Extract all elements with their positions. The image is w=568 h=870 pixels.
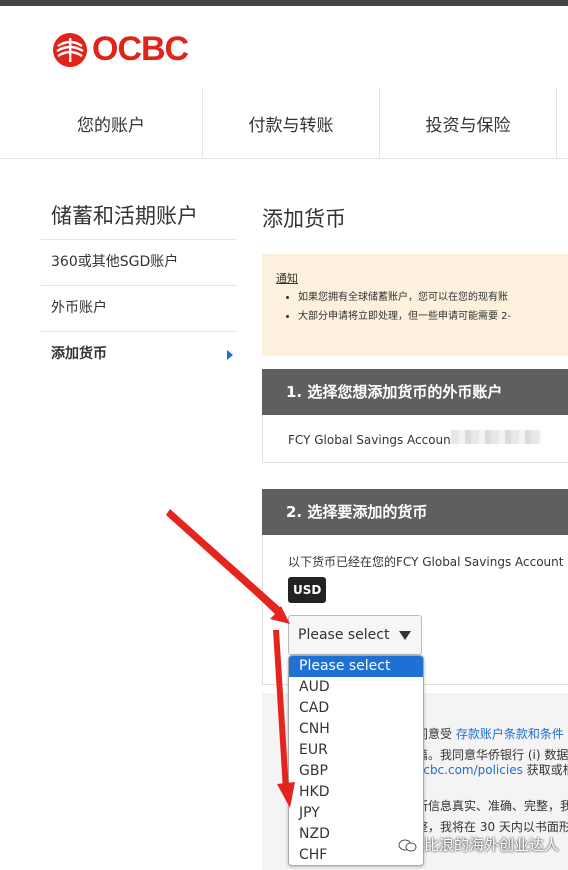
notice-list: 如果您拥有全球储蓄账户，您可以在您的现有账 大部分申请将立即处理，但一些申请可能… <box>298 288 511 326</box>
dropdown-option[interactable]: CAD <box>289 698 423 719</box>
page-title: 添加货币 <box>262 207 346 231</box>
policies-link[interactable]: ocbc.com/policies <box>416 763 523 777</box>
watermark: 比浪的海外创业达人 <box>398 834 559 855</box>
dropdown-option[interactable]: AUD <box>289 677 423 698</box>
existing-currencies-text: 以下货币已经在您的FCY Global Savings Account <box>288 555 564 569</box>
dropdown-option[interactable]: EUR <box>289 740 423 761</box>
currency-select[interactable]: Please select <box>288 615 422 655</box>
sidebar-menu: 360或其他SGD账户 外币账户 添加货币 <box>41 239 237 377</box>
ocbc-logo[interactable]: OCBC <box>52 30 189 69</box>
dropdown-option[interactable]: CNH <box>289 719 423 740</box>
sidebar-item-label: 360或其他SGD账户 <box>51 254 179 270</box>
notice-item: 大部分申请将立即处理，但一些申请可能需要 2- <box>298 307 511 322</box>
terms-line: 同意受 存款账户条款和条件 <box>416 725 564 742</box>
nav-item-invest-insurance[interactable]: 投资与保险 <box>380 88 556 158</box>
step1-header: 1. 选择您想添加货币的外币账户 <box>262 369 568 415</box>
sidebar-item-label: 添加货币 <box>51 346 107 362</box>
currency-badge: USD <box>288 577 327 603</box>
step2-header: 2. 选择要添加的货币 <box>262 489 568 535</box>
terms-line: 整，我将在 30 天内以书面形 <box>416 820 568 834</box>
top-bar <box>0 0 568 6</box>
currency-select-value: Please select <box>298 627 390 643</box>
dropdown-option[interactable]: GBP <box>289 761 423 782</box>
terms-text: 获取或根 <box>526 763 568 777</box>
masked-account-number <box>451 430 541 444</box>
terms-link[interactable]: 存款账户条款和条件 <box>456 727 564 741</box>
ocbc-logo-text: OCBC <box>92 30 189 68</box>
terms-line: 所信息真实、准确、完整，我 <box>416 799 568 813</box>
dropdown-option[interactable]: JPY <box>289 803 423 824</box>
sidebar-item-label: 外币账户 <box>51 300 107 316</box>
sidebar-item-sgd-account[interactable]: 360或其他SGD账户 <box>41 239 237 285</box>
notice-item: 如果您拥有全球储蓄账户，您可以在您的现有账 <box>298 288 511 303</box>
dropdown-option[interactable]: Please select <box>289 656 423 677</box>
nav-divider <box>556 88 557 158</box>
sidebar-item-add-currency[interactable]: 添加货币 <box>41 331 237 377</box>
account-label[interactable]: FCY Global Savings Account 6 <box>288 433 467 447</box>
main-nav: 您的账户 付款与转账 投资与保险 <box>0 88 568 159</box>
nav-item-payments-transfers[interactable]: 付款与转账 <box>203 88 379 158</box>
sidebar-item-fcy-account[interactable]: 外币账户 <box>41 285 237 331</box>
notice-box: 通知 如果您拥有全球储蓄账户，您可以在您的现有账 大部分申请将立即处理，但一些申… <box>262 254 568 356</box>
step1-body: FCY Global Savings Account 6 <box>262 415 568 463</box>
chevron-down-icon <box>399 631 411 640</box>
dropdown-option[interactable]: HKD <box>289 782 423 803</box>
ocbc-logo-icon <box>53 32 87 67</box>
sidebar-title: 储蓄和活期账户 <box>51 204 198 228</box>
wechat-icon <box>398 839 417 851</box>
terms-line: ocbc.com/policies 获取或根 <box>416 761 568 778</box>
nav-item-your-accounts[interactable]: 您的账户 <box>20 88 202 158</box>
caret-right-icon <box>227 350 233 360</box>
notice-title: 通知 <box>276 272 298 285</box>
watermark-text: 比浪的海外创业达人 <box>424 836 560 854</box>
